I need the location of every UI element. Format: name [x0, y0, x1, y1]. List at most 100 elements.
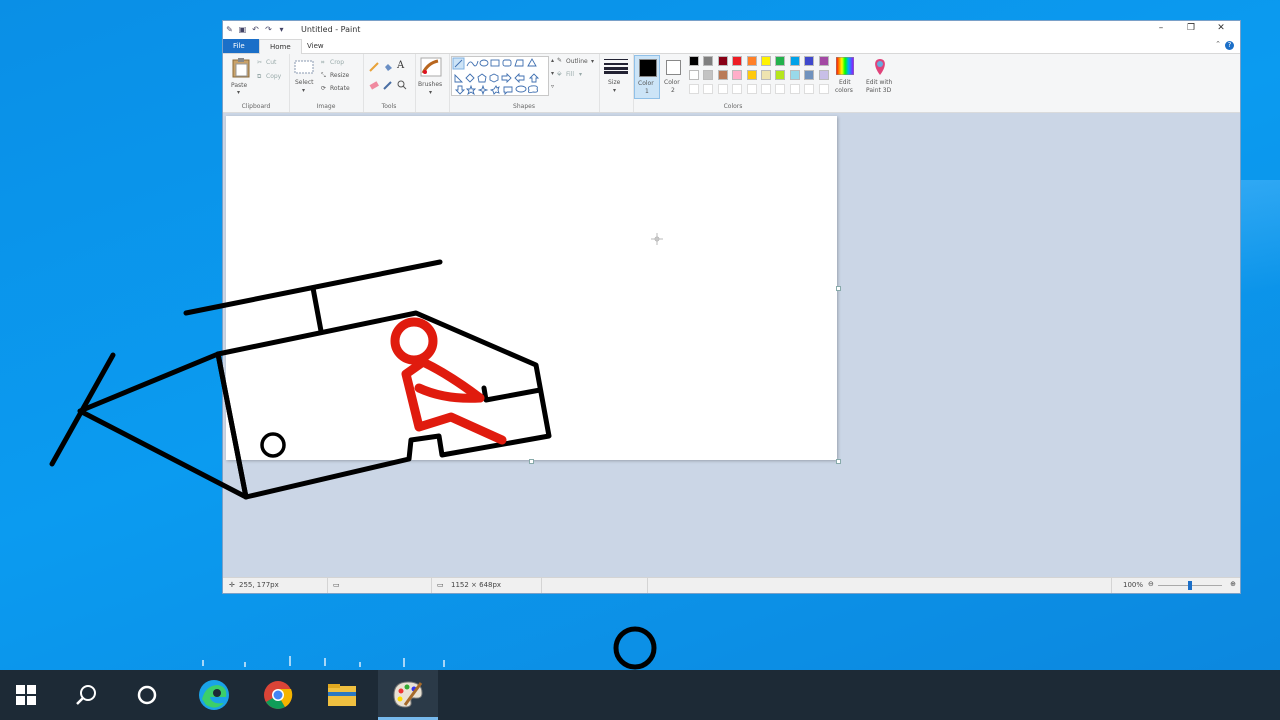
color-picker-icon[interactable] — [383, 80, 393, 90]
collapse-ribbon-icon[interactable]: ⌃ — [1215, 40, 1221, 48]
quick-access-toolbar: ✎ ▣ ↶ ↷ ▾ — [225, 25, 286, 34]
taskbar — [0, 670, 1280, 720]
pencil-icon[interactable] — [369, 62, 379, 72]
edge-button[interactable] — [190, 670, 238, 720]
magnifier-icon[interactable] — [397, 80, 407, 90]
window-title: Untitled - Paint — [301, 25, 361, 34]
fill-dropdown-icon[interactable]: ▾ — [579, 71, 582, 78]
crosshair-cursor-icon — [651, 233, 663, 245]
edit-colors-label-line2: colors — [835, 87, 853, 94]
status-divider — [431, 578, 432, 593]
maximize-button[interactable]: ❐ — [1176, 23, 1206, 33]
status-bar: ✛ 255, 177px ▭ ▭ 1152 × 648px 100% ⊖ ⊕ — [223, 577, 1240, 593]
paint-icon — [393, 680, 423, 708]
status-divider — [327, 578, 328, 593]
eraser-icon[interactable] — [369, 80, 379, 90]
redo-icon[interactable]: ↷ — [264, 25, 273, 34]
paint3d-icon — [875, 59, 885, 75]
text-tool-icon[interactable]: A — [397, 60, 404, 71]
shapes-scroll-down-icon[interactable]: ▾ — [551, 70, 554, 77]
crop-button[interactable]: Crop — [330, 59, 344, 66]
search-button[interactable] — [62, 670, 110, 720]
select-button[interactable]: Select ▾ — [293, 58, 317, 94]
outline-dropdown-icon[interactable]: ▾ — [591, 58, 594, 65]
outline-button[interactable]: Outline — [566, 58, 588, 65]
edge-icon — [199, 680, 229, 710]
fill-bucket-icon[interactable] — [383, 62, 393, 72]
shapes-group-label: Shapes — [513, 103, 535, 110]
tab-view[interactable]: View — [297, 39, 334, 53]
brushes-icon — [420, 57, 442, 77]
clipboard-group: Paste ▾ ✂ Cut ⧉ Copy Clipboard — [223, 54, 290, 112]
paste-dropdown-icon[interactable]: ▾ — [237, 89, 240, 96]
brushes-label: Brushes — [418, 81, 443, 88]
help-icon[interactable]: ? — [1225, 41, 1234, 50]
tools-group: A Tools — [363, 54, 416, 112]
zoom-slider-thumb[interactable] — [1188, 581, 1192, 590]
resize-handle-right[interactable] — [836, 286, 841, 291]
resize-icon[interactable]: ⤡ — [321, 72, 326, 80]
shapes-expand-icon[interactable]: ▿ — [551, 83, 554, 90]
file-explorer-button[interactable] — [318, 670, 366, 720]
resize-handle-bottom[interactable] — [529, 459, 534, 464]
title-bar: ✎ ▣ ↶ ↷ ▾ Untitled - Paint – ❐ ✕ — [223, 21, 1240, 39]
fill-button[interactable]: Fill — [566, 71, 574, 78]
image-group-label: Image — [316, 103, 336, 110]
zoom-slider[interactable] — [1158, 581, 1222, 590]
crop-icon[interactable]: ⌗ — [321, 59, 324, 67]
edit-colors-button[interactable]: Edit colors — [832, 55, 858, 99]
tail-rotor — [49, 352, 116, 467]
rotate-button[interactable]: Rotate — [330, 85, 350, 92]
size-dropdown-icon[interactable]: ▾ — [613, 87, 616, 94]
brushes-group[interactable]: Brushes ▾ — [415, 54, 450, 112]
start-button[interactable] — [2, 670, 50, 720]
rotate-icon[interactable]: ⟳ — [321, 85, 326, 92]
close-button[interactable]: ✕ — [1206, 23, 1236, 33]
ribbon: Paste ▾ ✂ Cut ⧉ Copy Clipboard Select ▾ … — [223, 54, 1240, 113]
size-button[interactable]: Size ▾ — [599, 54, 634, 112]
canvas-workspace[interactable] — [223, 113, 1240, 579]
cortana-icon — [137, 685, 157, 705]
status-divider — [1111, 578, 1112, 593]
brushes-dropdown-icon[interactable]: ▾ — [429, 89, 432, 96]
paint3d-label-line2: Paint 3D — [866, 87, 892, 94]
shapes-scroll-up-icon[interactable]: ▴ — [551, 57, 554, 64]
cut-icon[interactable]: ✂ — [257, 59, 262, 66]
image-group: Select ▾ ⌗ Crop ⤡ Resize ⟳ Rotate Image — [289, 54, 364, 112]
paint-window: ✎ ▣ ↶ ↷ ▾ Untitled - Paint – ❐ ✕ File Ho… — [222, 20, 1241, 594]
minimize-button[interactable]: – — [1146, 23, 1176, 33]
tools-group-label: Tools — [381, 103, 397, 110]
search-icon — [76, 685, 96, 705]
copy-icon[interactable]: ⧉ — [257, 73, 261, 81]
selection-size-icon: ▭ — [333, 581, 340, 589]
drawing-canvas[interactable] — [226, 116, 837, 460]
paint3d-label-line1: Edit with — [866, 79, 893, 86]
tab-file[interactable]: File — [223, 39, 260, 53]
shapes-gallery[interactable] — [451, 56, 549, 96]
start-icon — [16, 685, 36, 705]
undo-icon[interactable]: ↶ — [251, 25, 260, 34]
select-icon — [294, 60, 314, 74]
tab-home[interactable]: Home — [259, 39, 302, 54]
fill-icon[interactable]: ⬙ — [557, 70, 562, 77]
select-dropdown-icon[interactable]: ▾ — [302, 87, 305, 94]
zoom-out-icon[interactable]: ⊖ — [1148, 580, 1154, 588]
outline-icon[interactable]: ✎ — [557, 57, 562, 64]
cortana-button[interactable] — [123, 670, 171, 720]
paint-taskbar-button[interactable] — [378, 670, 438, 720]
save-icon[interactable]: ▣ — [238, 25, 247, 34]
cursor-position: 255, 177px — [239, 581, 279, 589]
chrome-button[interactable] — [254, 670, 302, 720]
edit-with-paint3d-button[interactable]: Edit with Paint 3D — [864, 55, 896, 99]
resize-handle-corner[interactable] — [836, 459, 841, 464]
size-label: Size — [608, 79, 621, 86]
customize-qat-icon[interactable]: ▾ — [277, 25, 286, 34]
resize-button[interactable]: Resize — [330, 72, 349, 79]
cut-button[interactable]: Cut — [266, 59, 276, 66]
paste-label: Paste — [231, 82, 248, 89]
zoom-in-icon[interactable]: ⊕ — [1230, 580, 1236, 588]
paste-button[interactable]: Paste ▾ — [229, 57, 253, 96]
copy-button[interactable]: Copy — [266, 73, 281, 80]
clipboard-group-label: Clipboard — [241, 103, 271, 110]
colors-group: Colors — [633, 54, 833, 112]
